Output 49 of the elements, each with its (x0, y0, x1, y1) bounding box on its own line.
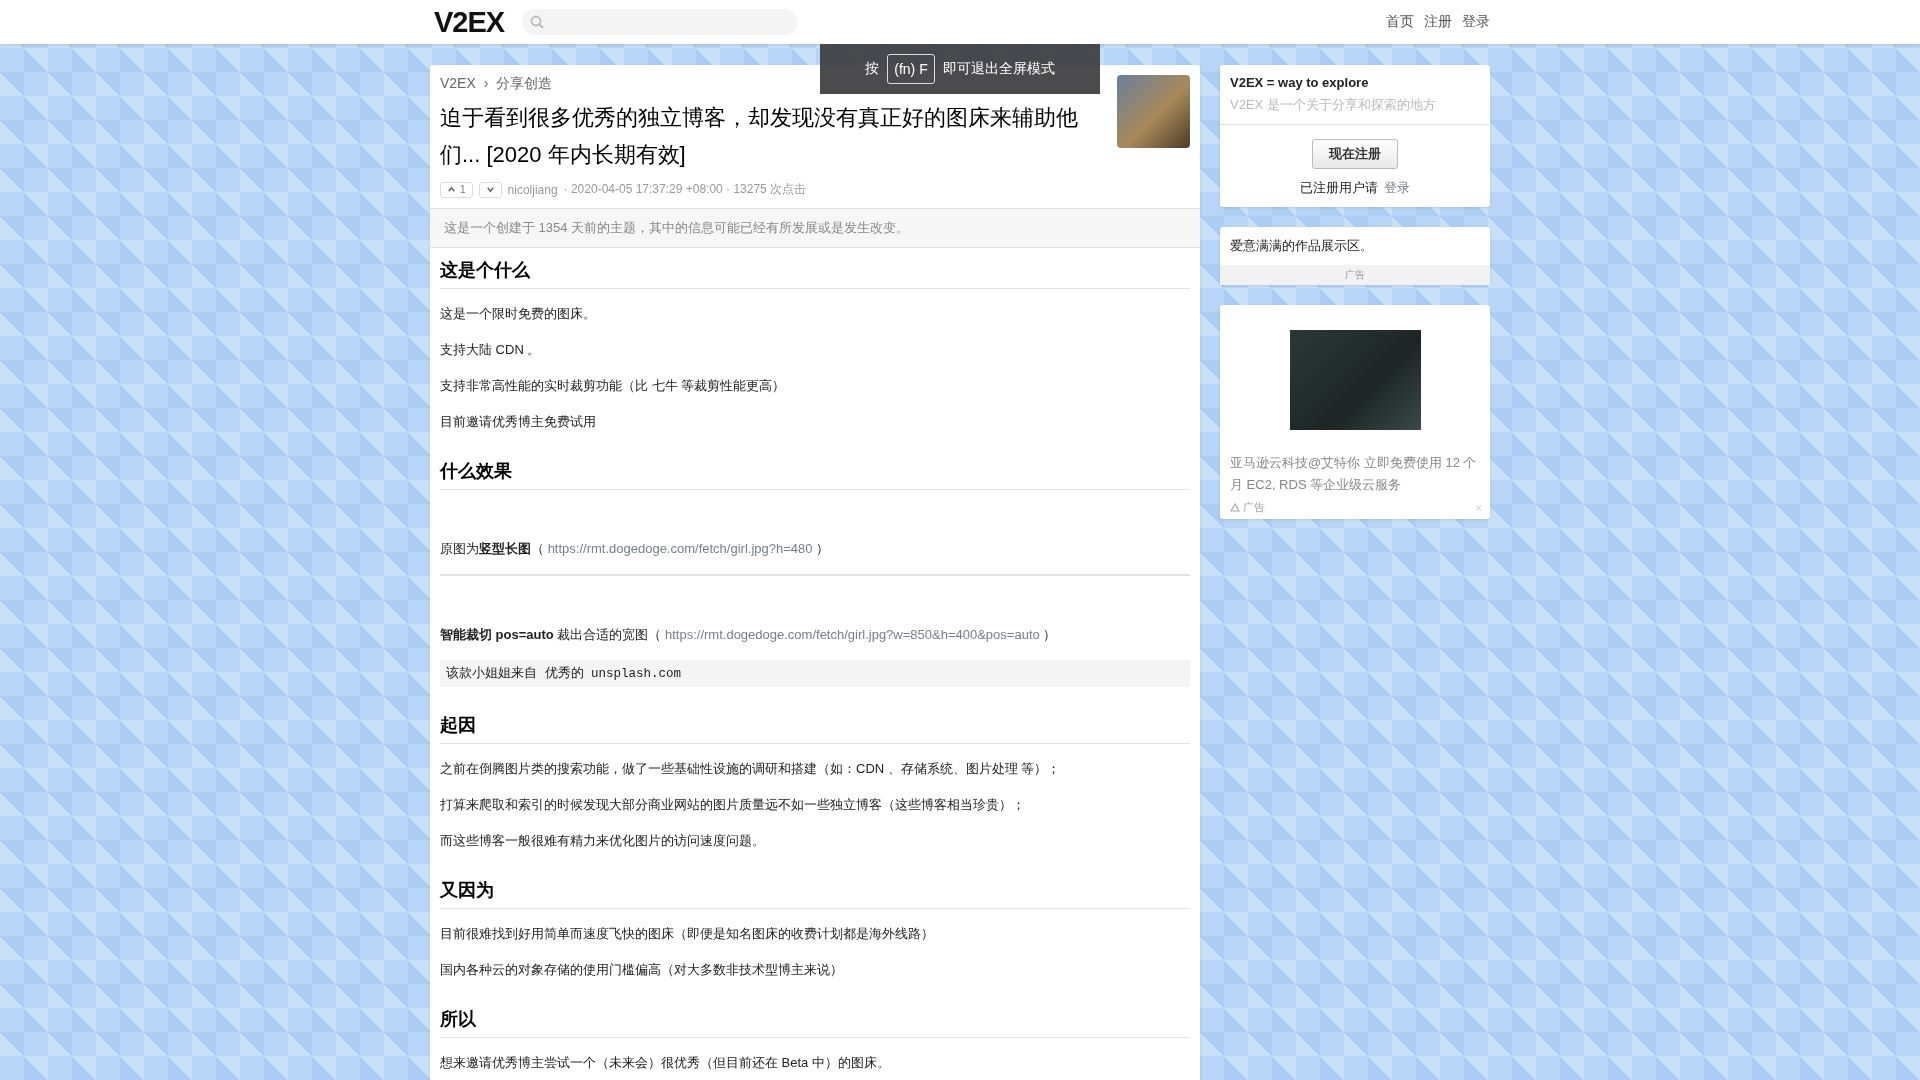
breadcrumb-link[interactable]: 分享创造 (496, 75, 553, 93)
paragraph: 而这些博客一般很难有精力来优化图片的访问速度问题。 (440, 832, 766, 850)
section-heading: 起因 (440, 713, 1190, 744)
downvote-button[interactable] (478, 181, 502, 198)
image-link[interactable]: https://rmt.dogedoge.com/fetch/girl.jpg?h=480 (547, 541, 813, 556)
paragraph: 打算来爬取和索引的时候发现大部分商业网站的图片质量远不如一些独立博客（这些博客相当珍贵）； (440, 796, 1026, 814)
paragraph: 目前邀请优秀博主免费试用 (440, 413, 597, 431)
paragraph: 支持非常高性能的实时裁剪功能（比 七牛 等裁剪性能更高） (440, 377, 787, 395)
login-link[interactable]: 登录 (1384, 180, 1410, 195)
code-block: 该款小姐姐来自 优秀的 unsplash.com (440, 660, 1190, 687)
upvote-button[interactable]: 1 (440, 181, 473, 198)
age-notice: 这是一个创建于 1354 天前的主题，其中的信息可能已经有所发展或是发生改变。 (430, 208, 1200, 248)
chevron-down-icon (485, 185, 495, 194)
paragraph: 国内各种云的对象存储的使用门槛偏高（对大多数非技术型博主来说） (440, 961, 844, 979)
toast-text: 按 (865, 60, 880, 78)
paragraph: 原图为竖型长图（ https://rmt.dogedoge.com/fetch/girl.jpg?h=480 ） (440, 540, 831, 558)
search-icon (530, 15, 545, 29)
section-heading: 这是个什么 (440, 258, 1190, 289)
logo[interactable]: V2EX (434, 5, 505, 39)
topic-title: 迫于看到很多优秀的独立博客，却发现没有真正好的图床来辅助他们... [2020 年内长期有效] (440, 104, 1079, 169)
key-hint: (fn) F (887, 54, 935, 84)
nav-link[interactable]: 登录 (1462, 13, 1490, 31)
breadcrumb-separator: › (483, 75, 489, 93)
welcome-title: V2EX = way to explore (1229, 74, 1370, 90)
paragraph: 想来邀请优秀博主尝试一个（未来会）很优秀（但目前还在 Beta 中）的图床。 (440, 1054, 891, 1072)
promo-text[interactable]: 爱意满满的作品展示区。 (1220, 227, 1490, 265)
paragraph: 智能裁切 pos=auto 裁出合适的宽图（ https://rmt.dogedoge.com/fetch/girl.jpg?w=850&h=400&pos=auto ） (440, 626, 1058, 644)
breadcrumb-link[interactable]: V2EX (440, 75, 476, 93)
search-field[interactable] (522, 9, 798, 35)
section-heading: 又因为 (440, 878, 1190, 909)
paragraph: 目前很难找到好用简单而速度飞快的图床（即便是知名图床的收费计划都是海外线路） (440, 925, 935, 943)
ad-image-placeholder[interactable] (1289, 330, 1421, 430)
nav-link[interactable]: 首页 (1386, 13, 1414, 31)
login-prompt: 已注册用户请 (1300, 180, 1378, 195)
paragraph: 这是一个限时免费的图床。 (440, 305, 597, 323)
nav-link[interactable]: 注册 (1424, 13, 1452, 31)
toast-text: 即可退出全屏模式 (942, 60, 1055, 78)
paragraph: 之前在倒腾图片类的搜索功能，做了一些基础性设施的调研和搭建（如：CDN 、存储系统、图片处理 等）； (440, 760, 1062, 778)
ad-text[interactable]: 亚马逊云科技@艾特你 立即免费使用 12 个月 EC2, RDS 等企业级云服务 (1220, 430, 1490, 500)
image-link[interactable]: https://rmt.dogedoge.com/fetch/girl.jpg?w=850&h=400&pos=auto (665, 627, 1040, 642)
section-heading: 什么效果 (440, 459, 1190, 490)
section-heading: 所以 (440, 1007, 1190, 1038)
ad-label: 广告 (1220, 265, 1490, 285)
topic-meta: · 2020-04-05 17:37:29 +08:00 · 13275 次点击 (563, 181, 807, 198)
triangle-icon (1230, 503, 1240, 512)
paragraph: 支持大陆 CDN 。 (440, 341, 542, 359)
ad-label: 广告 (1243, 500, 1265, 515)
register-button[interactable]: 现在注册 (1312, 139, 1398, 169)
chevron-up-icon (447, 185, 456, 194)
